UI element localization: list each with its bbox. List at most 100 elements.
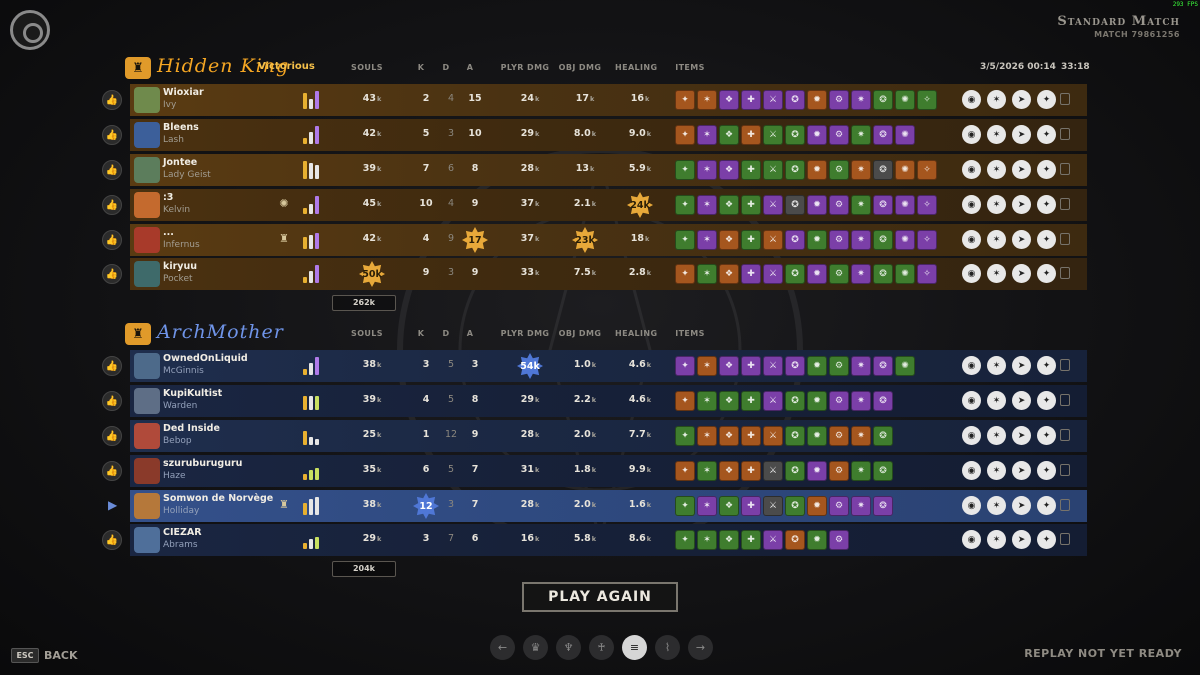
item-icon[interactable]: ⚙ xyxy=(829,496,849,516)
item-icon[interactable]: ⚙ xyxy=(829,426,849,446)
item-icon[interactable]: ✚ xyxy=(741,230,761,250)
player-row[interactable]: 👍 kiryuu Pocket 50k 9 3 9 33k 7.5k 2.8k ✦ ✶ ❖ ✚ ⚔ ✪ ✹ ⚙ ✷ ❂… xyxy=(102,258,1087,290)
ability-icon[interactable]: ✦ xyxy=(1037,90,1056,109)
player-row[interactable]: 👍 Ded Inside Bebop 25k 1 12 9 28k 2.0k 7.7k ✦ ✶ ❖ ✚ ⚔ ✪… xyxy=(102,420,1087,452)
item-icon[interactable]: ✪ xyxy=(785,264,805,284)
item-icon[interactable]: ✚ xyxy=(741,160,761,180)
item-icon[interactable]: ✹ xyxy=(807,125,827,145)
copy-build-icon[interactable] xyxy=(1060,464,1070,476)
ability-icon[interactable]: ✦ xyxy=(1037,496,1056,515)
ability-icon[interactable]: ◉ xyxy=(962,160,981,179)
item-icon[interactable]: ⚙ xyxy=(829,90,849,110)
player-name[interactable]: Somwon de Norvège xyxy=(163,493,273,504)
item-icon[interactable]: ❂ xyxy=(873,356,893,376)
player-row[interactable]: 👍 CIEZAR Abrams 29k 3 7 6 16k 5.8k 8.6k ✦ ✶ ❖ ✚ ⚔ ✪ ✹ ⚙ ◉ ✶… xyxy=(102,524,1087,556)
player-name[interactable]: CIEZAR xyxy=(163,527,202,538)
item-icon[interactable]: ✹ xyxy=(807,195,827,215)
item-icon[interactable]: ✺ xyxy=(895,230,915,250)
copy-build-icon[interactable] xyxy=(1060,429,1070,441)
ability-icon[interactable]: ➤ xyxy=(1012,496,1031,515)
item-icon[interactable]: ✹ xyxy=(807,160,827,180)
item-icon[interactable]: ✷ xyxy=(851,426,871,446)
ability-icon[interactable]: ➤ xyxy=(1012,461,1031,480)
item-icon[interactable]: ❖ xyxy=(719,530,739,550)
item-icon[interactable]: ✶ xyxy=(697,160,717,180)
ability-icon[interactable]: ➤ xyxy=(1012,356,1031,375)
item-icon[interactable]: ✦ xyxy=(675,264,695,284)
item-icon[interactable]: ✧ xyxy=(917,264,937,284)
ability-icon[interactable]: ◉ xyxy=(962,264,981,283)
item-icon[interactable]: ❂ xyxy=(873,496,893,516)
item-icon[interactable]: ✹ xyxy=(807,230,827,250)
item-icon[interactable]: ⚙ xyxy=(829,391,849,411)
ability-icon[interactable]: ➤ xyxy=(1012,90,1031,109)
item-icon[interactable]: ✶ xyxy=(697,391,717,411)
player-name[interactable]: KupiKultist xyxy=(163,388,222,399)
item-icon[interactable]: ⚙ xyxy=(829,125,849,145)
item-icon[interactable]: ⚔ xyxy=(763,264,783,284)
ability-icon[interactable]: ✦ xyxy=(1037,160,1056,179)
item-icon[interactable]: ❖ xyxy=(719,195,739,215)
player-name[interactable]: ... xyxy=(163,227,174,238)
item-icon[interactable]: ⚔ xyxy=(763,195,783,215)
ability-icon[interactable]: ✶ xyxy=(987,530,1006,549)
player-name[interactable]: OwnedOnLiquid xyxy=(163,353,248,364)
player-name[interactable]: Bleens xyxy=(163,122,199,133)
item-icon[interactable]: ❂ xyxy=(873,125,893,145)
ability-icon[interactable]: ➤ xyxy=(1012,264,1031,283)
item-icon[interactable]: ✪ xyxy=(785,391,805,411)
item-icon[interactable]: ⚙ xyxy=(829,264,849,284)
item-icon[interactable]: ✺ xyxy=(895,195,915,215)
ability-icon[interactable]: ✶ xyxy=(987,160,1006,179)
item-icon[interactable]: ✷ xyxy=(851,90,871,110)
item-icon[interactable]: ✚ xyxy=(741,125,761,145)
copy-build-icon[interactable] xyxy=(1060,359,1070,371)
item-icon[interactable]: ✺ xyxy=(895,264,915,284)
player-name[interactable]: szuruburuguru xyxy=(163,458,242,469)
item-icon[interactable]: ✶ xyxy=(697,530,717,550)
item-icon[interactable]: ⚔ xyxy=(763,391,783,411)
item-icon[interactable]: ❖ xyxy=(719,356,739,376)
item-icon[interactable]: ❖ xyxy=(719,391,739,411)
thumbs-up-icon[interactable]: 👍 xyxy=(102,264,122,284)
thumbs-up-icon[interactable]: 👍 xyxy=(102,461,122,481)
item-icon[interactable]: ✚ xyxy=(741,90,761,110)
item-icon[interactable]: ✷ xyxy=(851,461,871,481)
item-icon[interactable]: ⚔ xyxy=(763,90,783,110)
team-icon[interactable]: ♆ xyxy=(556,635,581,660)
ability-icon[interactable]: ✶ xyxy=(987,230,1006,249)
item-icon[interactable]: ✶ xyxy=(697,90,717,110)
item-icon[interactable]: ✷ xyxy=(851,264,871,284)
thumbs-up-icon[interactable]: 👍 xyxy=(102,195,122,215)
item-icon[interactable]: ✹ xyxy=(807,461,827,481)
ability-icon[interactable]: ✦ xyxy=(1037,125,1056,144)
copy-build-icon[interactable] xyxy=(1060,533,1070,545)
item-icon[interactable]: ✶ xyxy=(697,264,717,284)
item-icon[interactable]: ✦ xyxy=(675,356,695,376)
ability-icon[interactable]: ✦ xyxy=(1037,195,1056,214)
ability-icon[interactable]: ◉ xyxy=(962,426,981,445)
ability-icon[interactable]: ◉ xyxy=(962,230,981,249)
ability-icon[interactable]: ◉ xyxy=(962,496,981,515)
ability-icon[interactable]: ◉ xyxy=(962,356,981,375)
item-icon[interactable]: ✺ xyxy=(895,90,915,110)
item-icon[interactable]: ✚ xyxy=(741,496,761,516)
item-icon[interactable]: ✷ xyxy=(851,160,871,180)
ability-icon[interactable]: ✦ xyxy=(1037,426,1056,445)
item-icon[interactable]: ❂ xyxy=(873,426,893,446)
thumbs-up-icon[interactable]: 👍 xyxy=(102,230,122,250)
item-icon[interactable]: ❖ xyxy=(719,264,739,284)
player-row[interactable]: 👍 KupiKultist Warden 39k 4 5 8 29k 2.2k 4.6k ✦ ✶ ❖ ✚ ⚔… xyxy=(102,385,1087,417)
item-icon[interactable]: ✺ xyxy=(895,160,915,180)
item-icon[interactable]: ✚ xyxy=(741,426,761,446)
item-icon[interactable]: ✧ xyxy=(917,90,937,110)
item-icon[interactable]: ✺ xyxy=(895,125,915,145)
thumbs-up-icon[interactable]: 👍 xyxy=(102,426,122,446)
item-icon[interactable]: ❖ xyxy=(719,160,739,180)
item-icon[interactable]: ⚔ xyxy=(763,230,783,250)
item-icon[interactable]: ✺ xyxy=(895,356,915,376)
item-icon[interactable]: ✪ xyxy=(785,125,805,145)
item-icon[interactable]: ✷ xyxy=(851,125,871,145)
item-icon[interactable]: ⚙ xyxy=(829,461,849,481)
ability-icon[interactable]: ➤ xyxy=(1012,426,1031,445)
